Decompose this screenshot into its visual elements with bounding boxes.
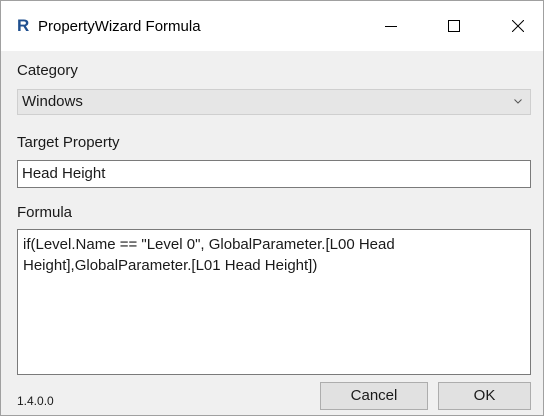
- minimize-button[interactable]: [368, 1, 414, 51]
- window-title: PropertyWizard Formula: [38, 18, 201, 35]
- close-button[interactable]: [495, 1, 541, 51]
- maximize-icon: [448, 20, 460, 32]
- dialog-window: R PropertyWizard Formula Category Window…: [0, 0, 544, 416]
- formula-label: Formula: [17, 204, 73, 221]
- maximize-button[interactable]: [431, 1, 477, 51]
- revit-logo-icon: R: [17, 16, 30, 35]
- close-icon: [512, 20, 524, 32]
- target-property-label: Target Property: [17, 134, 120, 151]
- minimize-icon: [385, 26, 397, 27]
- category-selected-value: Windows: [22, 93, 83, 110]
- category-label: Category: [17, 62, 78, 79]
- chevron-down-icon: [514, 99, 522, 104]
- formula-value: if(Level.Name == "Level 0", GlobalParame…: [23, 236, 395, 274]
- category-select[interactable]: Windows: [17, 89, 531, 115]
- target-property-input[interactable]: Head Height: [17, 160, 531, 188]
- title-bar[interactable]: R PropertyWizard Formula: [1, 1, 543, 51]
- formula-textarea[interactable]: if(Level.Name == "Level 0", GlobalParame…: [17, 229, 531, 375]
- version-text: 1.4.0.0: [17, 394, 54, 408]
- cancel-button[interactable]: Cancel: [320, 382, 428, 410]
- target-property-value: Head Height: [22, 165, 106, 182]
- ok-button[interactable]: OK: [438, 382, 531, 410]
